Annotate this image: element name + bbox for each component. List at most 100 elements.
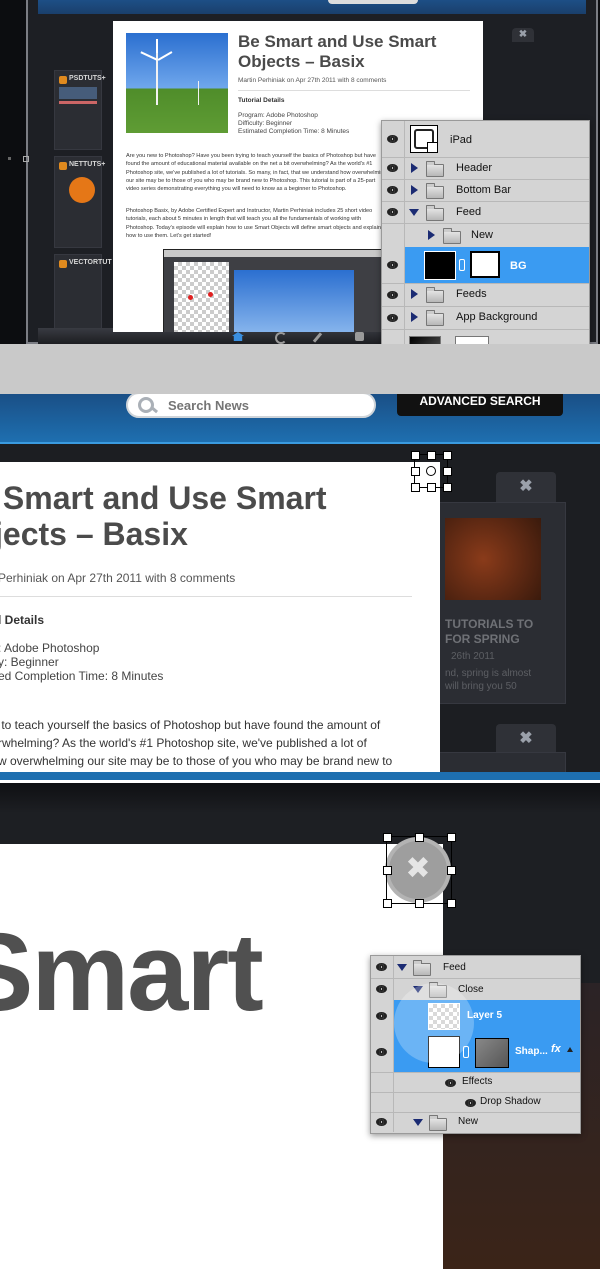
visibility-eye-icon[interactable] <box>376 1012 387 1020</box>
fill-thumbnail <box>428 1036 460 1068</box>
selection-marker <box>23 156 29 162</box>
layer-row-new[interactable]: New <box>371 1112 580 1132</box>
transform-handle[interactable] <box>415 899 424 908</box>
expand-arrow-icon[interactable] <box>428 230 435 240</box>
layer-row-ipad[interactable]: iPad <box>382 121 589 158</box>
transform-handle[interactable] <box>443 467 452 476</box>
card-logo <box>59 76 67 84</box>
expand-arrow-icon[interactable] <box>411 312 418 322</box>
collapse-arrow-icon[interactable] <box>409 209 419 216</box>
article-title: Be Smart and Use Smart Objects – Basix <box>238 32 478 72</box>
article-title-line2: Objects – Basix <box>238 52 365 71</box>
card-logo <box>59 162 67 170</box>
zoomed-title-text: Smart <box>0 911 264 1034</box>
search-input[interactable] <box>166 396 360 414</box>
ipad-header-search <box>328 0 418 4</box>
visibility-eye-icon[interactable] <box>387 164 398 172</box>
close-tab[interactable]: ✖ <box>496 472 556 504</box>
transform-center-icon <box>426 466 436 476</box>
link-icon <box>463 1046 469 1058</box>
transform-handle[interactable] <box>383 833 392 842</box>
layer-row-header[interactable]: Header <box>382 157 589 180</box>
transform-handle[interactable] <box>427 451 436 460</box>
layer-row-drop-shadow[interactable]: Drop Shadow <box>371 1092 580 1113</box>
visibility-eye-icon[interactable] <box>387 186 398 194</box>
rss-icon[interactable] <box>355 332 364 341</box>
transform-handle[interactable] <box>411 467 420 476</box>
visibility-eye-icon[interactable] <box>387 135 398 143</box>
collapse-arrow-icon[interactable] <box>413 986 423 993</box>
layer-name: Feeds <box>456 288 487 300</box>
transform-handle[interactable] <box>411 451 420 460</box>
transform-handle[interactable] <box>443 483 452 492</box>
visibility-eye-icon[interactable] <box>376 985 387 993</box>
layer-name: App Background <box>456 311 538 323</box>
visibility-eye-icon[interactable] <box>376 1048 387 1056</box>
layer-row-shape[interactable]: Shap... fx <box>371 1032 580 1073</box>
transform-handle[interactable] <box>447 899 456 908</box>
visibility-eye-icon[interactable] <box>387 261 398 269</box>
search-box[interactable] <box>126 394 376 418</box>
video-marker <box>208 292 213 297</box>
visibility-eye-icon[interactable] <box>387 290 398 299</box>
layer-row-feed[interactable]: Feed <box>371 956 580 979</box>
layer-name: Layer 5 <box>467 1010 503 1021</box>
visibility-eye-icon[interactable] <box>465 1099 476 1107</box>
feed-card-nettuts[interactable]: NETTUTS+ <box>54 156 105 248</box>
transform-handle[interactable] <box>447 833 456 842</box>
news-title-line2: FOR SPRING <box>445 632 520 646</box>
layer-thumbnail-black <box>424 251 456 280</box>
advanced-search-button[interactable]: ADVANCED SEARCH <box>397 394 563 416</box>
expand-arrow-icon[interactable] <box>411 163 418 173</box>
collapse-arrow-icon[interactable] <box>413 1119 423 1126</box>
transform-handle[interactable] <box>443 451 452 460</box>
article-text-line1: to teach yourself the basics of Photosho… <box>0 718 381 732</box>
close-tab-top[interactable]: ✖ <box>512 28 534 42</box>
expand-effects-arrow-icon[interactable] <box>567 1047 573 1052</box>
transform-bounding-box[interactable] <box>383 833 456 908</box>
layer-row-app-background[interactable]: App Background <box>382 306 589 330</box>
refresh-icon[interactable] <box>275 332 287 344</box>
turbine-blade <box>156 39 158 53</box>
layer-row-new[interactable]: New <box>382 223 589 248</box>
transform-handle[interactable] <box>447 866 456 875</box>
collapse-arrow-icon[interactable] <box>397 964 407 971</box>
layer-name: BG <box>510 260 527 272</box>
fx-icon[interactable]: fx <box>551 1043 561 1055</box>
detail-program: : Adobe Photoshop <box>0 641 100 655</box>
transform-handle[interactable] <box>411 483 420 492</box>
visibility-eye-icon[interactable] <box>387 313 398 322</box>
vector-mask-thumbnail <box>475 1038 509 1068</box>
feed-card-psdtuts[interactable]: PSDTUTS+ <box>54 70 106 150</box>
expand-arrow-icon[interactable] <box>411 185 418 195</box>
folder-icon <box>426 205 444 221</box>
transform-handle[interactable] <box>427 483 436 492</box>
layer-row-feeds[interactable]: Feeds <box>382 283 589 307</box>
visibility-eye-icon[interactable] <box>376 963 387 971</box>
detail-difficulty: Difficulty: Beginner <box>238 120 293 127</box>
layer-name: Drop Shadow <box>480 1096 541 1107</box>
visibility-eye-icon[interactable] <box>376 1118 387 1126</box>
detail-completion: ed Completion Time: 8 Minutes <box>0 669 164 683</box>
transform-bounding-box[interactable] <box>411 451 452 492</box>
transform-handle[interactable] <box>383 866 392 875</box>
expand-arrow-icon[interactable] <box>411 289 418 299</box>
byline-divider <box>0 596 412 597</box>
layer-row-close[interactable]: Close <box>371 978 580 1001</box>
feed-card-vectortuts[interactable]: VECTORTUT <box>54 254 112 336</box>
transform-handle[interactable] <box>383 899 392 908</box>
article-card-zoomed: Smart and Use Smart jects – Basix Perhin… <box>0 462 440 775</box>
folder-icon <box>413 960 431 976</box>
article-thumbnail <box>126 33 228 133</box>
layer-row-effects[interactable]: Effects <box>371 1072 580 1093</box>
folder-icon <box>429 1115 447 1131</box>
news-card[interactable]: TUTORIALS TO FOR SPRING 26th 2011 nd, sp… <box>436 502 566 704</box>
visibility-eye-icon[interactable] <box>445 1079 456 1087</box>
visibility-eye-icon[interactable] <box>387 208 398 216</box>
layer-row-bottom-bar[interactable]: Bottom Bar <box>382 179 589 202</box>
detail-difficulty: y: Beginner <box>0 655 59 669</box>
transform-handle[interactable] <box>415 833 424 842</box>
layer-row-bg-selected[interactable]: BG <box>382 247 589 284</box>
layer-row-feed[interactable]: Feed <box>382 201 589 224</box>
layer-row-layer5[interactable]: Layer 5 <box>371 1000 580 1033</box>
